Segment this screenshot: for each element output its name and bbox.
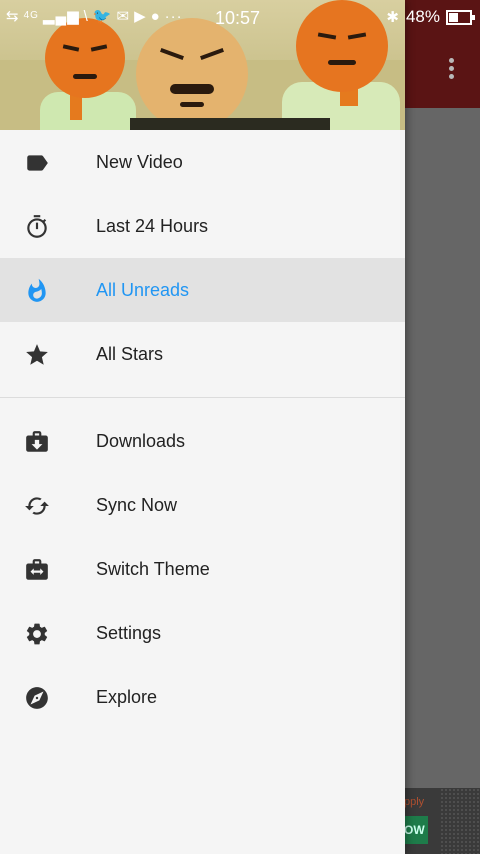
menu-item-label: All Stars (96, 343, 164, 364)
star-icon (24, 342, 50, 368)
gear-icon (24, 621, 50, 647)
menu-item-sync-now[interactable]: Sync Now (0, 473, 405, 537)
right-brow (90, 44, 108, 52)
left-brow (160, 48, 184, 60)
banner-pattern (440, 788, 480, 854)
menu-item-label: All Unreads (96, 279, 190, 300)
mustache (170, 84, 214, 94)
left-brow (62, 44, 80, 52)
status-right-icons: ✱ 48% (386, 7, 475, 27)
label-tag-icon (24, 150, 50, 176)
menu-item-switch-theme[interactable]: Switch Theme (0, 537, 405, 601)
mouth (328, 60, 356, 65)
menu-item-explore[interactable]: Explore (0, 665, 405, 729)
signal-icon: ▂▄▆ (42, 8, 80, 25)
status-left-icons: ⇆ 4G ▂▄▆ \ 🐦 ✉ ▶ ● ··· (6, 7, 183, 26)
menu-item-last-24-hours[interactable]: Last 24 Hours (0, 194, 405, 258)
menu-item-label: New Video (96, 151, 183, 172)
menu-item-label: Downloads (96, 430, 186, 451)
youtube-icon: ▶ (134, 8, 147, 25)
character-center-head (136, 18, 248, 130)
menu-item-label: Sync Now (96, 494, 178, 515)
more-vert-icon[interactable] (446, 58, 456, 84)
menu-divider (0, 397, 405, 398)
status-time: 10:57 (215, 8, 261, 28)
header-board (130, 118, 330, 130)
navigation-drawer: New Video Last 24 Hours All Unreads All … (0, 0, 405, 854)
stopwatch-icon (24, 214, 50, 240)
menu-item-all-stars[interactable]: All Stars (0, 322, 405, 386)
mouth (73, 74, 97, 79)
status-bar: ⇆ 4G ▂▄▆ \ 🐦 ✉ ▶ ● ··· 10:57 ✱ 48% (0, 0, 480, 34)
wifi-icon: \ (83, 7, 89, 25)
banner-small-text: pply (404, 796, 425, 808)
twitter-icon: 🐦 (92, 8, 113, 25)
battery-percent: 48% (405, 7, 440, 26)
mail-icon: ✉ (116, 8, 131, 25)
menu-item-new-video[interactable]: New Video (0, 130, 405, 194)
network-type: 4G (23, 10, 39, 21)
menu-item-label: Last 24 Hours (96, 215, 209, 236)
compass-icon (24, 685, 50, 711)
menu-item-label: Settings (96, 622, 162, 643)
download-briefcase-icon (24, 429, 50, 455)
more-dots-icon: ··· (164, 7, 183, 25)
switch-theme-icon (24, 557, 50, 583)
menu-item-all-unreads[interactable]: All Unreads (0, 258, 405, 322)
bluetooth-icon: ✱ (386, 9, 400, 26)
menu-item-label: Explore (96, 686, 158, 707)
fire-icon (24, 278, 50, 304)
menu-item-downloads[interactable]: Downloads (0, 409, 405, 473)
mouth (180, 102, 204, 107)
menu-item-settings[interactable]: Settings (0, 601, 405, 665)
right-brow (200, 48, 224, 60)
menu-item-label: Switch Theme (96, 558, 210, 579)
battery-icon (446, 9, 475, 25)
data-arrows-icon: ⇆ (6, 8, 20, 25)
sync-icon (24, 493, 50, 519)
maps-icon: ● (150, 7, 161, 25)
drawer-menu: New Video Last 24 Hours All Unreads All … (0, 130, 405, 729)
